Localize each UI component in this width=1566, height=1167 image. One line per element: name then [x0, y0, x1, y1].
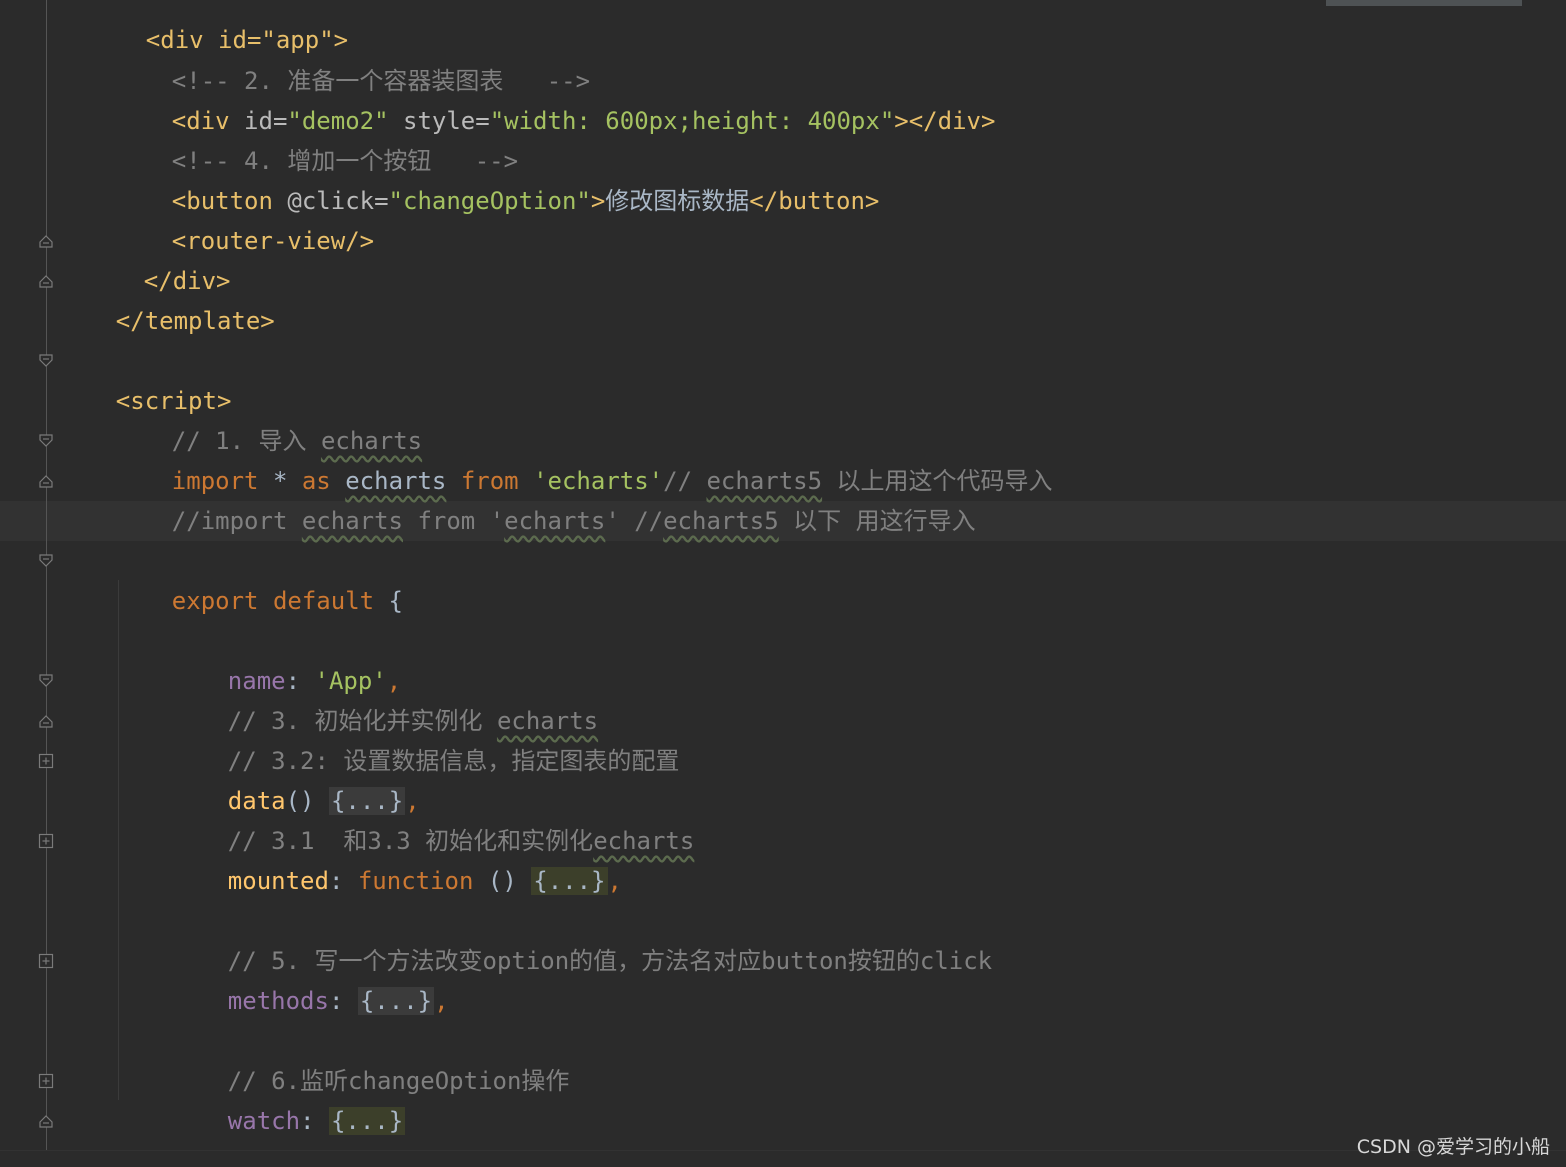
code-line: <router-view/>: [114, 181, 374, 255]
fold-end-icon[interactable]: [38, 273, 54, 289]
code-keyword: export default: [171, 587, 375, 615]
fold-end-icon[interactable]: [38, 233, 54, 249]
horizontal-scrollbar-thumb[interactable]: [1326, 0, 1522, 6]
watermark: CSDN @爱学习的小船: [1356, 1136, 1550, 1158]
fold-start-icon[interactable]: [38, 353, 54, 369]
code-text: (): [473, 867, 532, 895]
fold-start-icon[interactable]: [38, 433, 54, 449]
fold-start-icon[interactable]: [38, 673, 54, 689]
code-line: </div>: [86, 221, 231, 295]
folded-code-block[interactable]: {...}: [531, 867, 608, 895]
code-line: }: [86, 1150, 158, 1167]
code-line: <button @click="changeOption">修改图标数据</bu…: [114, 141, 880, 215]
fold-start-icon[interactable]: [38, 553, 54, 569]
code-string: "width: 600px;height: 400px": [489, 107, 895, 135]
code-line: methods: {...},: [170, 941, 449, 1015]
code-line: // 3.1 和3.3 初始化和实例化echarts: [170, 781, 695, 855]
code-comment: echarts: [504, 507, 606, 535]
editor-bottom-edge: [0, 1150, 1566, 1167]
code-punct: ,: [607, 867, 622, 895]
code-line: // 1. 导入 echarts: [114, 381, 422, 455]
code-property: methods: [227, 987, 329, 1015]
code-line: // 3. 初始化并实例化 echarts: [170, 661, 598, 735]
code-line: // 6.监听changeOption操作: [170, 1021, 570, 1095]
code-token: >: [590, 187, 606, 215]
code-punct: ,: [434, 987, 449, 1015]
code-token: </template>: [115, 307, 275, 335]
code-text: :: [328, 867, 358, 895]
code-line: // 3.2: 设置数据信息，指定图表的配置: [170, 701, 680, 775]
code-text: :: [300, 1107, 329, 1135]
code-line: import * as echarts from 'echarts'// ech…: [114, 421, 1053, 495]
code-token: </button>: [749, 187, 880, 215]
code-line: data() {...},: [170, 741, 420, 815]
code-text: {: [374, 587, 403, 615]
code-line: //import echarts from 'echarts' //echart…: [114, 461, 976, 535]
code-comment: from ': [403, 507, 505, 535]
gutter-divider: [46, 0, 47, 1150]
fold-end-icon[interactable]: [38, 473, 54, 489]
fold-end-icon[interactable]: [38, 1113, 54, 1129]
fold-expand-icon[interactable]: [38, 833, 54, 849]
code-editor[interactable]: <div id="app"> <!-- 2. 准备一个容器装图表 --> <di…: [0, 0, 1566, 1167]
fold-expand-icon[interactable]: [38, 753, 54, 769]
fold-end-icon[interactable]: [38, 713, 54, 729]
code-line: watch: {...}: [170, 1061, 406, 1135]
code-line: <div id="demo2" style="width: 600px;heig…: [114, 61, 996, 135]
folded-code-block[interactable]: {...}: [328, 1107, 406, 1135]
code-comment: echarts5: [663, 507, 779, 535]
folded-code-block[interactable]: {...}: [357, 987, 435, 1015]
code-line: </template>: [58, 261, 275, 335]
code-text: 修改图标数据: [605, 187, 750, 215]
code-line: <!-- 2. 准备一个容器装图表 -->: [114, 21, 590, 95]
code-line: }: [114, 1101, 186, 1167]
code-line: // 5. 写一个方法改变option的值，方法名对应button按钮的clic…: [170, 901, 992, 975]
code-line: export default {: [114, 541, 403, 615]
code-token: ></div>: [894, 107, 996, 135]
code-keyword: function: [357, 867, 474, 895]
code-line: <!-- 4. 增加一个按钮 -->: [114, 101, 518, 175]
code-line: mounted: function () {...},: [170, 821, 622, 895]
code-comment: echarts: [301, 507, 403, 535]
code-property: watch: [227, 1107, 301, 1135]
code-string: "changeOption": [388, 187, 591, 215]
code-line: <script>: [58, 341, 232, 415]
code-line: <div id="app">: [88, 0, 348, 54]
code-comment: //import: [171, 507, 302, 535]
code-function-name: mounted: [227, 867, 329, 895]
code-comment: ' //: [605, 507, 664, 535]
code-line: name: 'App',: [170, 621, 401, 695]
fold-expand-icon[interactable]: [38, 953, 54, 969]
fold-expand-icon[interactable]: [38, 1073, 54, 1089]
code-text: :: [328, 987, 358, 1015]
code-comment: 以下 用这行导入: [778, 507, 976, 535]
